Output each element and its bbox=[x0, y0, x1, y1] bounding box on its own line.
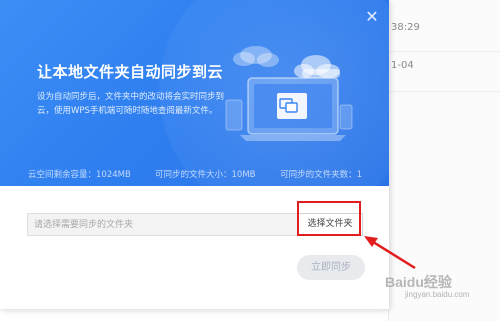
phone-icon bbox=[339, 104, 353, 130]
watermark-text: Baidu经验 bbox=[385, 274, 452, 290]
background-list-row: 1-04 bbox=[389, 40, 500, 92]
folder-select-row: 选择文件夹 bbox=[27, 213, 363, 236]
background-row-date: 1-04 bbox=[391, 60, 414, 71]
choose-folder-button[interactable]: 选择文件夹 bbox=[297, 213, 363, 236]
sync-stats: 云空间剩余容量：1024MB 可同步的文件大小：10MB 可同步的文件夹数：1 bbox=[0, 168, 389, 182]
dialog-title: 让本地文件夹自动同步到云 bbox=[37, 63, 224, 81]
cloud-icon bbox=[294, 55, 340, 78]
dialog-banner: ✕ 让本地文件夹自动同步到云 设为自动同步后，文件夹中的改动将会实时同步到云，使… bbox=[0, 0, 389, 186]
cloud-sync-illustration-icon bbox=[225, 46, 353, 141]
close-icon[interactable]: ✕ bbox=[363, 8, 381, 26]
baidu-watermark: Baidu经验 jingyan.baidu.com bbox=[385, 272, 469, 299]
sync-now-button[interactable]: 立即同步 bbox=[297, 255, 365, 280]
tablet-icon bbox=[225, 99, 243, 131]
watermark-url: jingyan.baidu.com bbox=[405, 290, 470, 299]
auto-sync-dialog: ✕ 让本地文件夹自动同步到云 设为自动同步后，文件夹中的改动将会实时同步到云，使… bbox=[0, 0, 389, 309]
dialog-description: 设为自动同步后，文件夹中的改动将会实时同步到云，使用WPS手机端可随时随地查阅最… bbox=[37, 92, 225, 116]
folder-icon bbox=[277, 93, 307, 119]
folder-path-input[interactable] bbox=[27, 213, 297, 236]
cloud-space-stat: 云空间剩余容量：1024MB bbox=[28, 170, 131, 180]
folder-count-stat: 可同步的文件夹数：1 bbox=[280, 170, 362, 180]
cloud-icon bbox=[233, 46, 279, 67]
file-size-stat: 可同步的文件大小：10MB bbox=[155, 170, 256, 180]
background-row-time: 38:29 bbox=[391, 22, 420, 33]
